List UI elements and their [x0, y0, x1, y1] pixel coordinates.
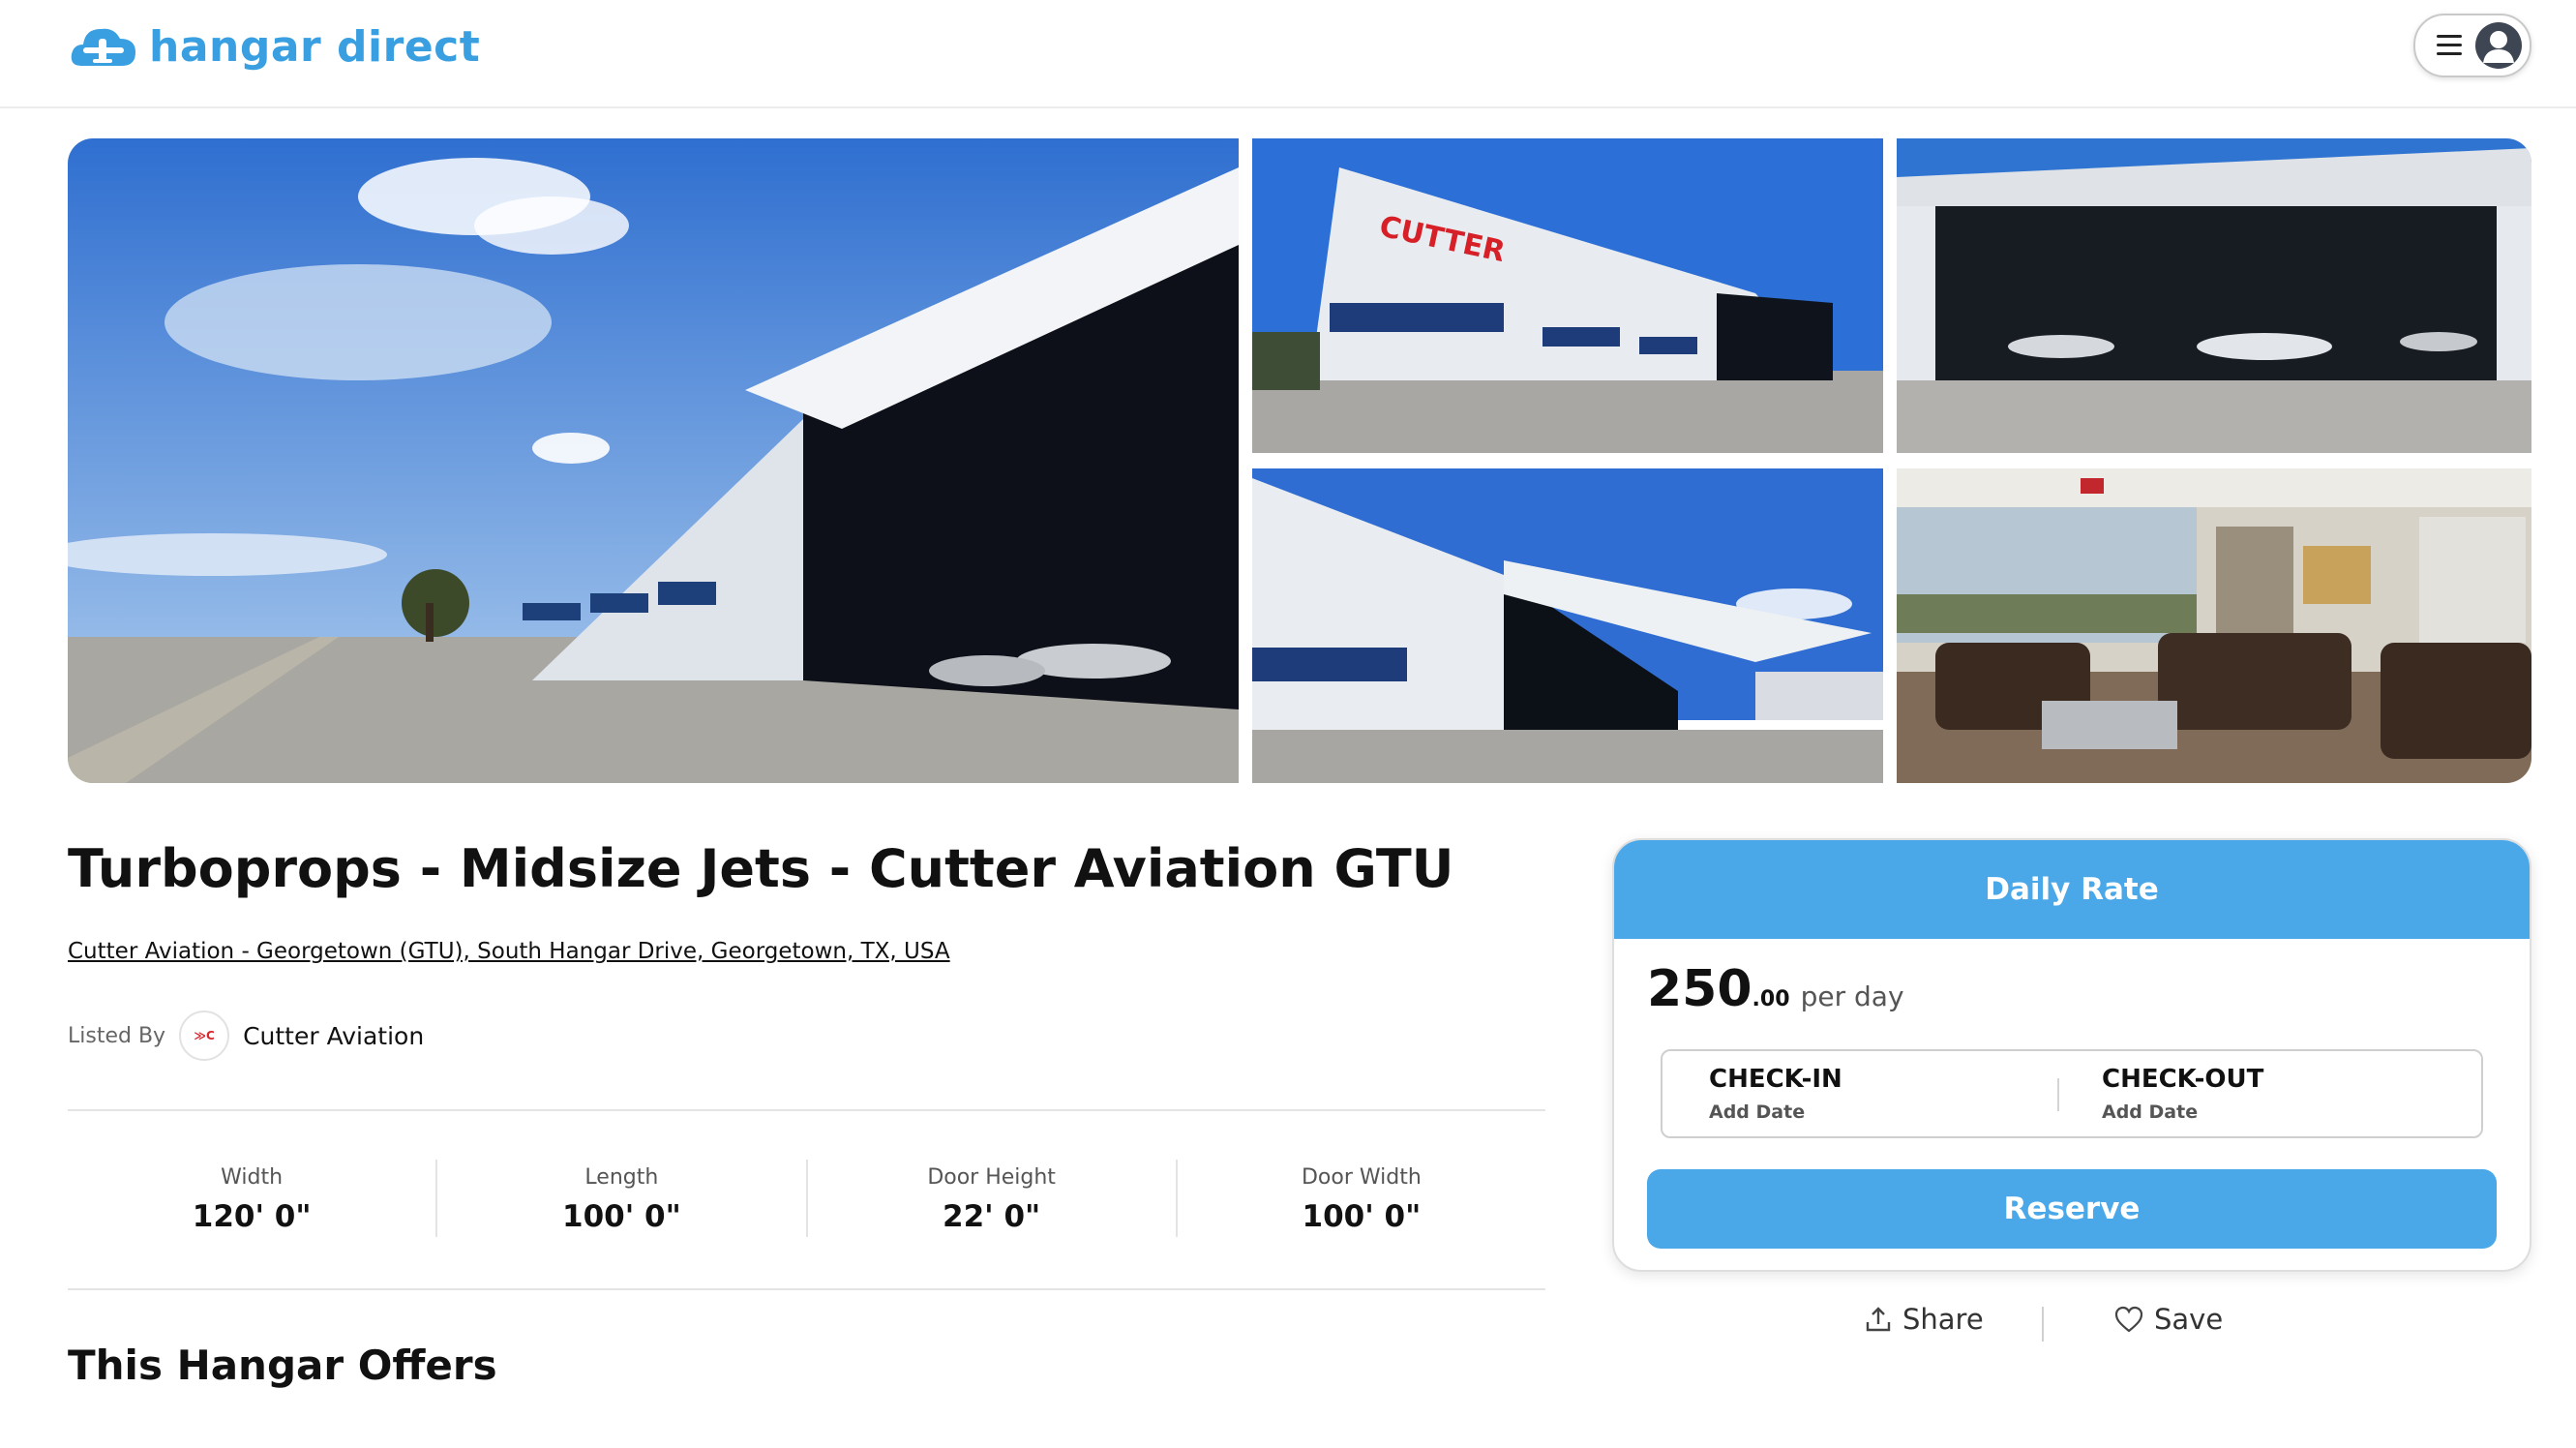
- share-save-actions: Share Save: [1612, 1303, 2528, 1351]
- photo-gallery: CUTTER: [68, 138, 2531, 783]
- date-picker: CHECK-IN Add Date CHECK-OUT Add Date: [1661, 1049, 2483, 1138]
- divider: [68, 1288, 1545, 1290]
- brand-name: hangar direct: [149, 21, 481, 72]
- share-button[interactable]: Share: [1864, 1303, 1984, 1336]
- check-out-field[interactable]: CHECK-OUT Add Date: [2055, 1051, 2442, 1136]
- check-out-value: Add Date: [2102, 1101, 2199, 1123]
- user-menu-button[interactable]: [2413, 14, 2531, 77]
- price-unit: per day: [1800, 980, 1904, 1012]
- brand-logo[interactable]: hangar direct: [70, 21, 480, 72]
- rate-type-header: Daily Rate: [1614, 840, 2530, 939]
- photo-cutter-building-front[interactable]: CUTTER: [1252, 138, 1883, 453]
- spec-door-height: Door Height 22' 0": [808, 1160, 1178, 1237]
- listed-by-label: Listed By: [68, 1023, 166, 1048]
- spec-door-width: Door Width 100' 0": [1178, 1160, 1545, 1237]
- price-integer: 250: [1647, 960, 1752, 1018]
- share-label: Share: [1902, 1303, 1984, 1336]
- photo-lounge-interior[interactable]: [1897, 468, 2531, 783]
- spec-value: 22' 0": [943, 1199, 1041, 1234]
- check-in-label: CHECK-IN: [1709, 1065, 1842, 1094]
- heart-icon: [2114, 1306, 2143, 1333]
- save-label: Save: [2154, 1303, 2224, 1336]
- check-in-value: Add Date: [1709, 1101, 1806, 1123]
- spec-length: Length 100' 0": [437, 1160, 808, 1237]
- hangar-specs: Width 120' 0" Length 100' 0" Door Height…: [68, 1160, 1545, 1237]
- host-logo[interactable]: ≫C: [179, 1011, 230, 1061]
- user-avatar-icon: [2475, 22, 2522, 69]
- listed-by: Listed By ≫C Cutter Aviation: [68, 1011, 424, 1061]
- check-out-label: CHECK-OUT: [2102, 1065, 2264, 1094]
- photo-hangar-exterior-wide[interactable]: [68, 138, 1239, 783]
- spec-label: Door Width: [1301, 1165, 1422, 1190]
- spec-label: Length: [584, 1165, 659, 1190]
- spec-label: Width: [221, 1165, 284, 1190]
- price-decimal: .00: [1752, 987, 1790, 1011]
- photo-hangar-interior-jets[interactable]: [1897, 138, 2531, 453]
- divider: [68, 1109, 1545, 1111]
- spec-value: 100' 0": [1302, 1199, 1422, 1234]
- host-name[interactable]: Cutter Aviation: [243, 1022, 424, 1050]
- photo-hangar-side-view[interactable]: [1252, 468, 1883, 783]
- reserve-button[interactable]: Reserve: [1647, 1169, 2497, 1249]
- booking-card: Daily Rate 250.00 per day CHECK-IN Add D…: [1612, 838, 2531, 1272]
- divider: [2042, 1307, 2044, 1342]
- airplane-cloud-icon: [71, 28, 135, 66]
- listing-title: Turboprops - Midsize Jets - Cutter Aviat…: [68, 838, 1454, 899]
- check-in-field[interactable]: CHECK-IN Add Date: [1662, 1051, 2050, 1136]
- hamburger-icon: [2437, 35, 2462, 56]
- top-header: hangar direct: [0, 0, 2576, 108]
- spec-label: Door Height: [927, 1165, 1056, 1190]
- price: 250.00 per day: [1647, 960, 1904, 1018]
- offers-heading: This Hangar Offers: [68, 1342, 497, 1389]
- spec-value: 100' 0": [562, 1199, 681, 1234]
- save-button[interactable]: Save: [2113, 1303, 2223, 1336]
- listing-address-link[interactable]: Cutter Aviation - Georgetown (GTU), Sout…: [68, 939, 950, 964]
- spec-width: Width 120' 0": [68, 1160, 438, 1237]
- spec-value: 120' 0": [192, 1199, 312, 1234]
- upload-share-icon: [1866, 1307, 1891, 1332]
